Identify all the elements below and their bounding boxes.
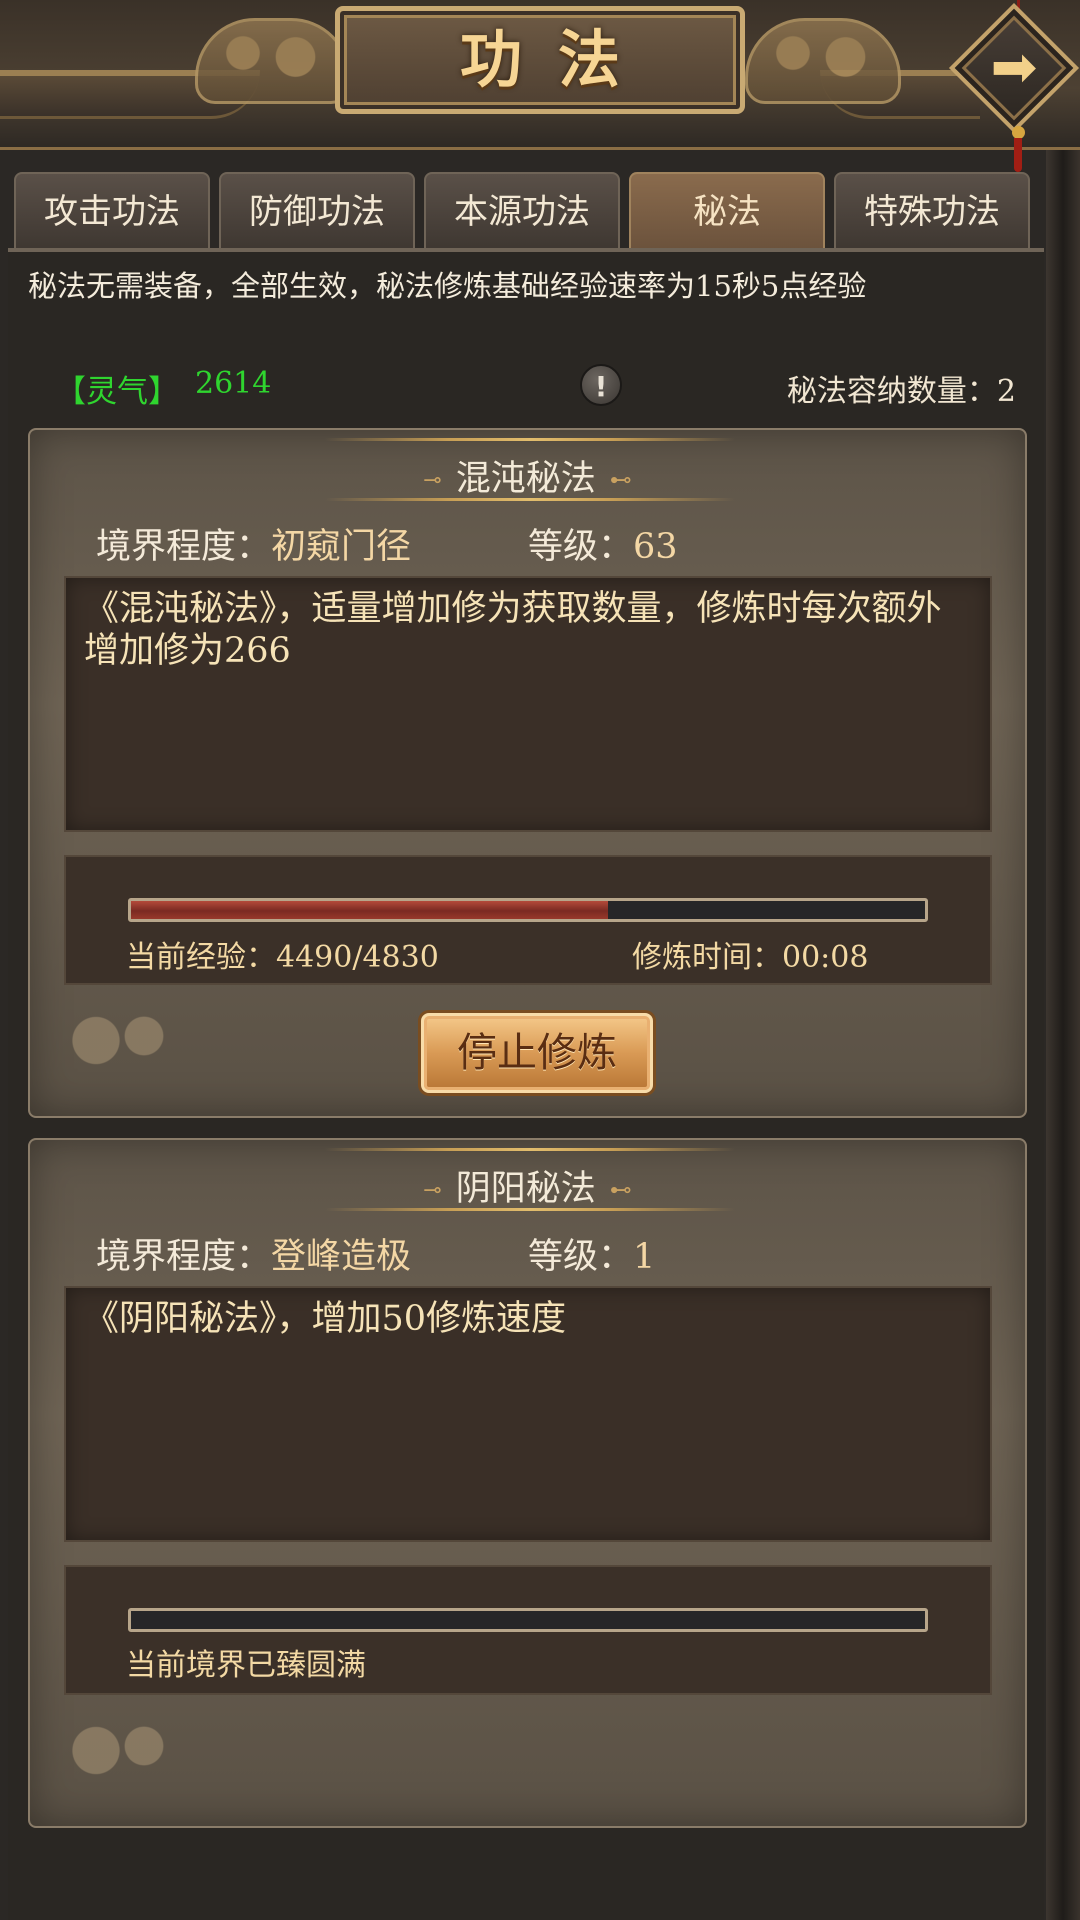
level-label: 等级： (528, 1237, 634, 1277)
title-ornament-right: ⊷ (609, 1178, 632, 1203)
card-title: ⊸ 阴阳秘法 ⊷ (28, 1160, 1027, 1211)
realm-row: 境界程度：初窥门径 (96, 518, 411, 569)
level-value: 1 (633, 1237, 656, 1277)
right-pillar (1046, 150, 1080, 1920)
tab-special[interactable]: 特殊功法 (834, 172, 1030, 250)
level-label: 等级： (528, 527, 634, 567)
tab-secret[interactable]: 秘法 (629, 172, 825, 250)
level-row: 等级：1 (528, 1228, 655, 1279)
exp-progress-bar (128, 1608, 928, 1632)
card-title-label: 混沌秘法 (455, 459, 596, 499)
title-rule-bottom (325, 1208, 735, 1211)
realm-status: 当前境界已臻圆满 (126, 1648, 366, 1683)
lingqi-label: 【灵气】 (55, 374, 179, 410)
title-rule-bottom (325, 498, 735, 501)
info-description: 秘法无需装备，全部生效，秘法修炼基础经验速率为15秒5点经验 (28, 269, 867, 303)
realm-label: 境界程度： (96, 1237, 272, 1277)
card-title: ⊸ 混沌秘法 ⊷ (28, 450, 1027, 501)
card-description: 《混沌秘法》，适量增加修为获取数量，修炼时每次额外增加修为266 (84, 589, 942, 671)
title-rule-top (325, 1148, 735, 1151)
current-exp: 当前经验：4490/4830 (126, 940, 439, 975)
realm-value: 初窥门径 (271, 527, 412, 567)
title-ornament-right: ⊷ (609, 468, 632, 493)
card-description: 《阴阳秘法》，增加50修炼速度 (84, 1299, 567, 1339)
capacity-text: 秘法容纳数量：2 (786, 374, 1016, 409)
page-title: 功法 (459, 23, 656, 96)
tassel-end (1014, 138, 1022, 172)
stop-cultivation-button[interactable]: 停止修炼 (421, 1013, 653, 1093)
title-rule-top (325, 438, 735, 441)
cultivation-time: 修炼时间：00:08 (632, 940, 869, 975)
alert-icon[interactable]: ! (580, 364, 622, 406)
lingqi-value: 2614 (195, 366, 272, 401)
realm-row: 境界程度：登峰造极 (96, 1228, 411, 1279)
card-title-label: 阴阳秘法 (455, 1169, 596, 1209)
tab-origin[interactable]: 本源功法 (424, 172, 620, 250)
title-ornament-left: ⊸ (423, 1178, 442, 1203)
realm-label: 境界程度： (96, 527, 272, 567)
title-ornament-left: ⊸ (423, 468, 442, 493)
level-value: 63 (633, 527, 678, 567)
level-row: 等级：63 (528, 518, 678, 569)
cloud-ornament-right (745, 18, 901, 104)
tab-attack[interactable]: 攻击功法 (14, 172, 210, 250)
cloud-ornament-left (195, 18, 351, 104)
realm-value: 登峰造极 (271, 1237, 412, 1277)
arrow-right-icon[interactable]: ➡ (968, 22, 1060, 114)
exp-progress-fill (131, 901, 608, 919)
tab-defense[interactable]: 防御功法 (219, 172, 415, 250)
